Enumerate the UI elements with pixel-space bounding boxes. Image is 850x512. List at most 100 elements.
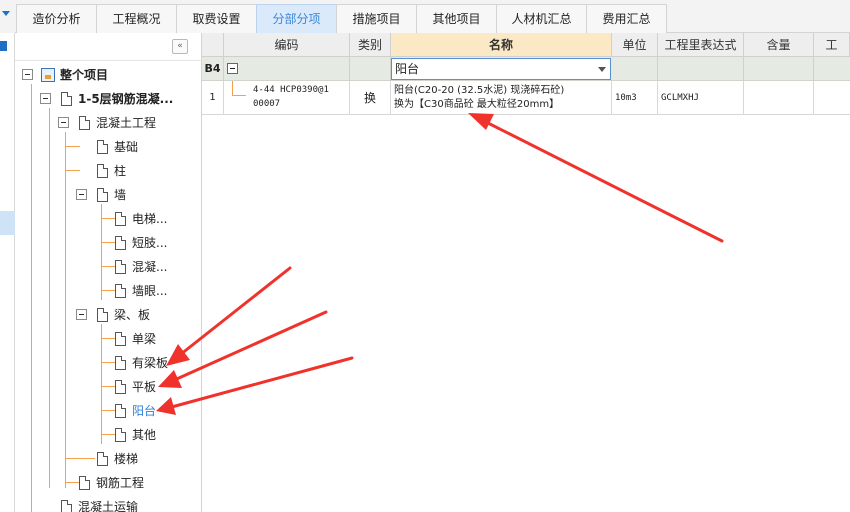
tab-fee-summary[interactable]: 费用汇总	[586, 4, 667, 33]
tree-node-column[interactable]: 柱	[15, 161, 202, 181]
grid-corner-header	[202, 33, 224, 57]
tree-node-elevator[interactable]: 电梯...	[15, 209, 202, 229]
tree-node-unit[interactable]: 1-5层钢筋混凝...	[15, 89, 202, 109]
tree-node-label: 墙	[114, 188, 127, 202]
row-name-line2: 换为【C30商品砼 最大粒径20mm】	[394, 99, 560, 110]
name-combobox-value: 阳台	[395, 62, 420, 76]
tree-node-other[interactable]: 其他	[15, 425, 202, 445]
tree-node-concrete[interactable]: 混凝土工程	[15, 113, 202, 133]
tree-node-foundation[interactable]: 基础	[15, 137, 202, 157]
tree-node-label: 1-5层钢筋混凝...	[78, 92, 174, 106]
row-unit-cell[interactable]: 10m3	[612, 81, 658, 115]
row-category-cell[interactable]: 换	[350, 81, 391, 115]
tab-sub-items[interactable]: 分部分项	[256, 4, 337, 33]
document-icon	[97, 188, 108, 202]
row-name-line1: 阳台(C20-20 (32.5水泥) 现浇碎石砼)	[394, 85, 565, 96]
row-name-cell[interactable]: 阳台(C20-20 (32.5水泥) 现浇碎石砼) 换为【C30商品砼 最大粒径…	[391, 81, 612, 115]
tab-other-items[interactable]: 其他项目	[416, 4, 497, 33]
document-icon	[115, 356, 126, 370]
document-icon	[97, 452, 108, 466]
tree-node-label: 平板	[132, 380, 157, 394]
table-row[interactable]: 1 4-44 HCP0390@1 00007 换 阳台(C20-20 (32.5…	[202, 81, 850, 115]
header-name[interactable]: 名称	[391, 33, 612, 57]
document-icon	[115, 332, 126, 346]
tree-node-label: 短肢...	[132, 236, 168, 250]
header-unit[interactable]: 单位	[612, 33, 658, 57]
tree-connector	[232, 95, 246, 96]
document-icon	[115, 428, 126, 442]
collapse-toggle-icon[interactable]	[58, 117, 69, 128]
tree-node-root[interactable]: 整个项目	[15, 65, 202, 85]
tree-node-balcony[interactable]: 阳台	[15, 401, 202, 421]
tree-header-divider	[15, 60, 202, 61]
tab-fee-settings[interactable]: 取费设置	[176, 4, 257, 33]
tree-node-beam-slab-ribbed[interactable]: 有梁板	[15, 353, 202, 373]
tree-node-beam-slab[interactable]: 梁、板	[15, 305, 202, 325]
tree-node-label: 柱	[114, 164, 127, 178]
tab-labor-material-summary[interactable]: 人材机汇总	[496, 4, 587, 33]
document-icon	[79, 116, 90, 130]
tree-node-concrete-transport[interactable]: 混凝土运输	[15, 497, 202, 512]
app-window: 造价分析 工程概况 取费设置 分部分项 措施项目 其他项目 人材机汇总 费用汇总…	[0, 0, 850, 512]
tree-node-mixed[interactable]: 混凝...	[15, 257, 202, 277]
header-code[interactable]: 编码	[224, 33, 350, 57]
tree-node-wall[interactable]: 墙	[15, 185, 202, 205]
pin-icon[interactable]	[0, 41, 7, 51]
project-tree-panel: « 整个项目 1-5层钢筋混凝... 混凝土工程 基础 柱 墙 电梯... 短肢…	[15, 33, 202, 512]
document-icon	[115, 404, 126, 418]
document-icon	[79, 476, 90, 490]
header-quantity-expression[interactable]: 工程里表达式	[658, 33, 744, 57]
row-index: 1	[202, 81, 224, 115]
tree-node-stairs[interactable]: 楼梯	[15, 449, 202, 469]
tab-cost-analysis[interactable]: 造价分析	[16, 4, 97, 33]
collapse-toggle-icon[interactable]	[76, 309, 87, 320]
tree-node-label: 楼梯	[114, 452, 139, 466]
group-row-unit-cell[interactable]	[612, 57, 658, 81]
tree-node-flat-slab[interactable]: 平板	[15, 377, 202, 397]
tree-node-label: 基础	[114, 140, 139, 154]
row-next-cell[interactable]	[814, 81, 850, 115]
row-code-line1: 4-44 HCP0390@1	[253, 85, 329, 95]
tab-project-overview[interactable]: 工程概况	[96, 4, 177, 33]
tree-node-short-limb[interactable]: 短肢...	[15, 233, 202, 253]
dropdown-arrow-icon[interactable]	[598, 67, 606, 72]
document-icon	[97, 140, 108, 154]
collapse-toggle-icon[interactable]	[227, 63, 238, 74]
collapse-toggle-icon[interactable]	[40, 93, 51, 104]
tab-measure-items[interactable]: 措施项目	[336, 4, 417, 33]
left-dropdown-toggle[interactable]	[0, 0, 15, 33]
collapse-toggle-icon[interactable]	[22, 69, 33, 80]
row-content-cell[interactable]	[744, 81, 814, 115]
tree-node-label: 单梁	[132, 332, 157, 346]
document-icon	[115, 380, 126, 394]
group-row-code-cell[interactable]	[224, 57, 350, 81]
name-combobox[interactable]: 阳台	[391, 58, 611, 80]
caret-down-icon	[2, 11, 10, 16]
tree-connector	[232, 81, 233, 95]
header-category[interactable]: 类别	[350, 33, 391, 57]
left-edge-strip	[0, 33, 15, 512]
tree-node-label: 有梁板	[132, 356, 169, 370]
header-next-column[interactable]: 工	[814, 33, 850, 57]
document-icon	[115, 236, 126, 250]
document-icon	[115, 212, 126, 226]
group-row-category-cell[interactable]	[350, 57, 391, 81]
tree-node-label: 混凝土工程	[96, 116, 157, 130]
row-code-cell[interactable]: 4-44 HCP0390@1 00007	[224, 81, 350, 115]
tree-node-wall-eye[interactable]: 墙眼...	[15, 281, 202, 301]
collapse-panel-button[interactable]: «	[172, 39, 188, 54]
document-icon	[97, 308, 108, 322]
header-content[interactable]: 含量	[744, 33, 814, 57]
tree-node-single-beam[interactable]: 单梁	[15, 329, 202, 349]
module-tab-bar: 造价分析 工程概况 取费设置 分部分项 措施项目 其他项目 人材机汇总 费用汇总	[0, 0, 850, 33]
tree-node-label: 钢筋工程	[96, 476, 145, 490]
project-icon	[41, 68, 55, 82]
group-row-content-cell[interactable]	[744, 57, 814, 81]
document-icon	[115, 260, 126, 274]
collapse-toggle-icon[interactable]	[76, 189, 87, 200]
tree-node-label: 梁、板	[114, 308, 151, 322]
row-expr-cell[interactable]: GCLMXHJ	[658, 81, 744, 115]
tree-node-rebar[interactable]: 钢筋工程	[15, 473, 202, 493]
document-icon	[97, 164, 108, 178]
group-row-expr-cell[interactable]	[658, 57, 744, 81]
